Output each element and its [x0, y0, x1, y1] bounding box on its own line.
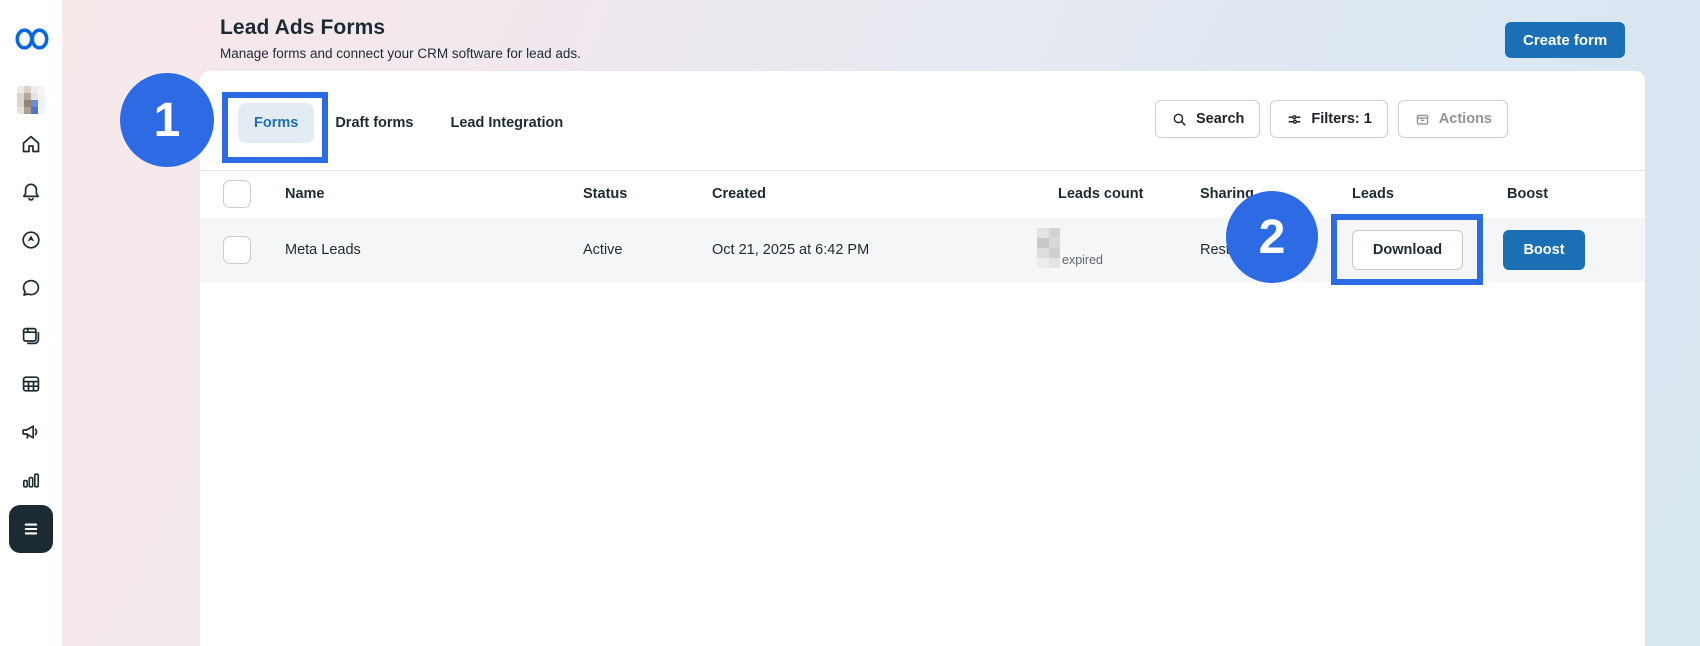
toolbar: Search Filters: 1 Actions	[1155, 100, 1508, 138]
avatar-redacted-pixels	[17, 86, 45, 114]
meta-logo-icon[interactable]	[13, 26, 51, 52]
cell-status: Active	[583, 218, 623, 282]
cell-name: Meta Leads	[285, 218, 361, 282]
column-header-created: Created	[712, 171, 766, 218]
search-button[interactable]: Search	[1155, 100, 1260, 138]
create-form-button[interactable]: Create form	[1505, 22, 1625, 58]
page-header: Lead Ads Forms Manage forms and connect …	[220, 14, 581, 61]
business-avatar[interactable]	[17, 86, 45, 114]
filters-button[interactable]: Filters: 1	[1270, 100, 1387, 138]
cell-created: Oct 21, 2025 at 6:42 PM	[712, 218, 869, 282]
filters-label: Filters: 1	[1311, 111, 1371, 127]
actions-icon	[1414, 111, 1431, 128]
boost-button[interactable]: Boost	[1503, 230, 1585, 270]
leads-count-expired-note: expired	[1062, 252, 1103, 268]
column-header-leads: Leads	[1352, 171, 1394, 218]
select-all-checkbox[interactable]	[223, 180, 251, 208]
column-header-boost: Boost	[1507, 171, 1548, 218]
annotation-rect-download	[1331, 214, 1483, 285]
all-tools-button[interactable]	[9, 505, 53, 553]
insights-icon[interactable]	[19, 468, 43, 492]
promote-icon[interactable]	[19, 228, 43, 252]
tab-draft-forms[interactable]: Draft forms	[319, 103, 429, 143]
row-checkbox[interactable]	[223, 236, 251, 264]
table-header: Name Status Created Leads count Sharing …	[200, 170, 1645, 217]
column-header-name: Name	[285, 171, 325, 218]
messages-icon[interactable]	[19, 276, 43, 300]
filters-icon	[1286, 111, 1303, 128]
page-subtitle: Manage forms and connect your CRM softwa…	[220, 46, 581, 61]
actions-button[interactable]: Actions	[1398, 100, 1508, 138]
annotation-step-2-badge: 2	[1226, 191, 1318, 283]
search-icon	[1171, 111, 1188, 128]
menu-icon	[19, 517, 43, 541]
home-icon[interactable]	[19, 132, 43, 156]
search-label: Search	[1196, 111, 1244, 127]
annotation-step-1-badge: 1	[120, 73, 214, 167]
notifications-icon[interactable]	[19, 180, 43, 204]
content-panel: Forms Draft forms Lead Integration Searc…	[200, 71, 1645, 646]
annotation-rect-forms-tab	[222, 92, 328, 163]
planner-icon[interactable]	[19, 372, 43, 396]
sidebar	[0, 0, 62, 646]
actions-label: Actions	[1439, 111, 1492, 127]
page-title: Lead Ads Forms	[220, 14, 581, 42]
leads-count-redacted	[1037, 228, 1060, 268]
ads-icon[interactable]	[19, 420, 43, 444]
column-header-leads-count: Leads count	[1058, 171, 1143, 218]
column-header-status: Status	[583, 171, 627, 218]
content-icon[interactable]	[19, 324, 43, 348]
tab-lead-integration[interactable]: Lead Integration	[434, 103, 579, 143]
